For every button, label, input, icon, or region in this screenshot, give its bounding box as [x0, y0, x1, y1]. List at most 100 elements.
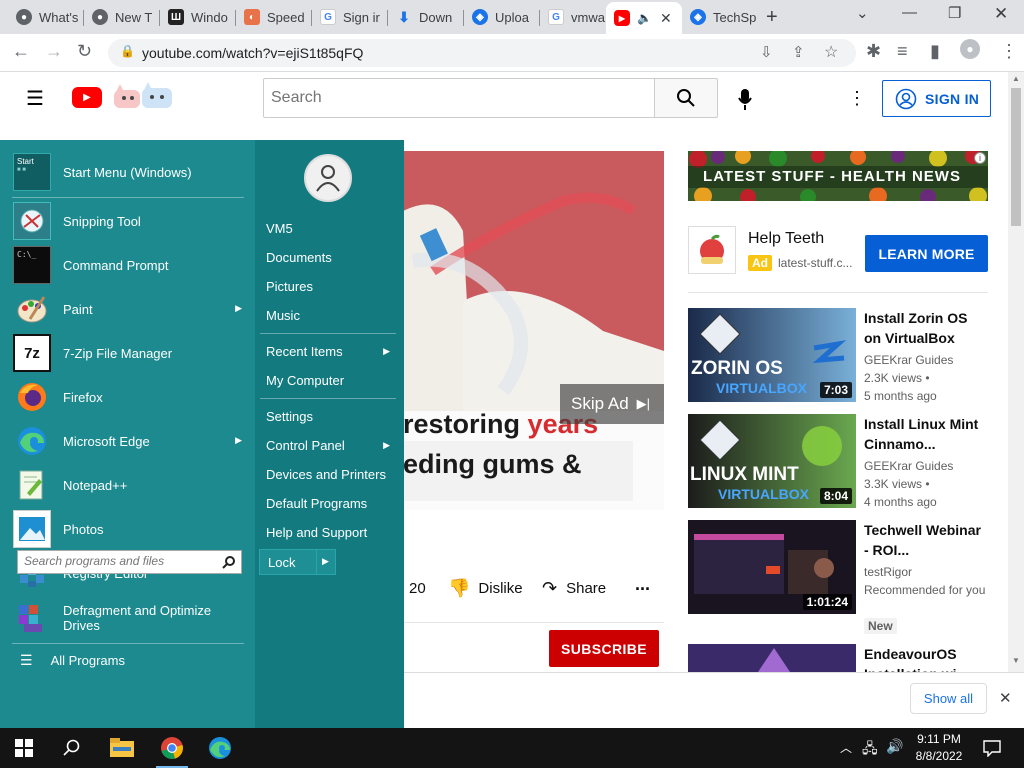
- menu-kebab-icon[interactable]: ⋮: [1000, 41, 1018, 62]
- microphone-icon[interactable]: [737, 88, 753, 112]
- close-window-icon[interactable]: ✕: [994, 4, 1008, 24]
- start-place-help-support[interactable]: Help and Support: [266, 525, 396, 540]
- browser-tab[interactable]: G vmwa: [540, 3, 606, 31]
- video-thumbnail[interactable]: ZORIN OS VIRTUALBOX 7:03: [688, 308, 856, 402]
- recommendation-title[interactable]: Install Zorin OS on VirtualBox: [864, 308, 982, 348]
- recommendation-item[interactable]: EndeavourOS Installation wi...: [688, 644, 988, 672]
- recommendation-item[interactable]: LINUX MINT VIRTUALBOX 8:04 Install Linux…: [688, 414, 988, 510]
- taskbar-edge[interactable]: [196, 728, 244, 768]
- recommendation-item[interactable]: 1:01:24 Techwell Webinar - ROI... testRi…: [688, 520, 988, 638]
- start-place-settings[interactable]: Settings: [266, 409, 396, 424]
- windows-start-button[interactable]: [0, 728, 48, 768]
- start-item-start-menu[interactable]: Start ■ ■ Start Menu (Windows): [10, 150, 250, 194]
- scroll-up-icon[interactable]: ▲: [1012, 74, 1020, 83]
- start-place-devices-printers[interactable]: Devices and Printers: [266, 467, 396, 482]
- browser-tab-active[interactable]: ▶ 🔈 ✕: [606, 2, 682, 34]
- channel-name[interactable]: GEEKrar Guides: [864, 457, 986, 475]
- recommendation-item[interactable]: ZORIN OS VIRTUALBOX 7:03 Install Zorin O…: [688, 308, 988, 404]
- start-place-default-programs[interactable]: Default Programs: [266, 496, 396, 511]
- start-place-recent-items[interactable]: Recent Items ▶: [266, 344, 396, 359]
- start-place-pictures[interactable]: Pictures: [266, 279, 396, 294]
- start-item-snipping-tool[interactable]: Snipping Tool: [10, 199, 250, 243]
- browser-tab[interactable]: ◐ Speed: [236, 3, 312, 31]
- ad-info-icon[interactable]: i: [974, 152, 986, 164]
- dislike-button[interactable]: 👎 Dislike: [448, 578, 523, 599]
- user-avatar[interactable]: [304, 154, 352, 202]
- scroll-down-icon[interactable]: ▼: [1012, 656, 1020, 665]
- browser-tab[interactable]: ◈ TechSp: [682, 3, 758, 31]
- recommendation-title[interactable]: EndeavourOS Installation wi...: [864, 644, 982, 672]
- new-tab-icon[interactable]: +: [766, 6, 778, 29]
- ad-banner[interactable]: LATEST STUFF - HEALTH NEWS i: [688, 151, 988, 201]
- start-item-edge[interactable]: Microsoft Edge ▶: [10, 419, 250, 463]
- settings-kebab-icon[interactable]: ⋮: [848, 88, 866, 109]
- like-count[interactable]: 20: [409, 580, 426, 597]
- start-item-paint[interactable]: Paint ▶: [10, 287, 250, 331]
- back-icon[interactable]: ←: [12, 41, 30, 62]
- search-button[interactable]: [654, 78, 718, 118]
- show-all-button[interactable]: Show all: [910, 683, 987, 714]
- media-control-icon[interactable]: ≡: [897, 41, 908, 62]
- install-icon[interactable]: ⇩: [760, 43, 773, 61]
- start-item-defragment[interactable]: Defragment and Optimize Drives: [10, 595, 250, 641]
- browser-tab[interactable]: Ш Windo: [160, 3, 236, 31]
- channel-name[interactable]: testRigor: [864, 563, 986, 581]
- all-programs-button[interactable]: ☰ All Programs: [20, 647, 260, 673]
- doodle-logo-icon[interactable]: [112, 82, 174, 112]
- channel-name[interactable]: GEEKrar Guides: [864, 351, 986, 369]
- close-tab-icon[interactable]: ✕: [660, 10, 672, 27]
- more-actions-icon[interactable]: ...: [635, 574, 650, 595]
- sign-in-button[interactable]: SIGN IN: [882, 80, 991, 117]
- hamburger-menu-icon[interactable]: ☰: [26, 86, 44, 111]
- video-thumbnail[interactable]: [688, 644, 856, 672]
- video-thumbnail[interactable]: 1:01:24: [688, 520, 856, 614]
- lock-options-arrow-icon[interactable]: ▶: [322, 556, 329, 567]
- browser-tab[interactable]: ⬇ Down: [388, 3, 464, 31]
- browser-tab[interactable]: ◈ Uploa: [464, 3, 540, 31]
- start-item-notepadpp[interactable]: Notepad++: [10, 463, 250, 507]
- url-text[interactable]: youtube.com/watch?v=ejiS1t85qFQ: [142, 45, 363, 61]
- forward-icon[interactable]: →: [45, 41, 63, 62]
- start-item-7zip[interactable]: 7z 7-Zip File Manager: [10, 331, 250, 375]
- share-icon[interactable]: ⇪: [792, 43, 805, 61]
- skip-ad-button[interactable]: Skip Ad ▶|: [560, 384, 664, 424]
- extensions-icon[interactable]: ✱: [866, 41, 881, 62]
- learn-more-button[interactable]: LEARN MORE: [865, 235, 988, 272]
- youtube-logo-icon[interactable]: ▶: [72, 87, 102, 108]
- search-input[interactable]: [264, 79, 654, 117]
- restore-icon[interactable]: ❐: [948, 4, 961, 22]
- search-icon[interactable]: [222, 556, 235, 569]
- lock-button[interactable]: Lock ▶: [259, 549, 336, 575]
- start-place-music[interactable]: Music: [266, 308, 396, 323]
- taskbar-clock[interactable]: 9:11 PM 8/8/2022: [910, 731, 968, 765]
- scrollbar-thumb[interactable]: [1011, 88, 1021, 226]
- page-scrollbar[interactable]: ▲ ▼: [1008, 72, 1024, 672]
- tray-overflow-icon[interactable]: ︿: [840, 739, 852, 756]
- browser-tab[interactable]: ● New T: [84, 3, 160, 31]
- start-search-input[interactable]: [24, 554, 219, 568]
- start-item-firefox[interactable]: Firefox: [10, 375, 250, 419]
- start-place-user[interactable]: VM5: [266, 221, 396, 236]
- notifications-icon[interactable]: [983, 739, 1001, 757]
- start-place-my-computer[interactable]: My Computer: [266, 373, 396, 388]
- bookmark-star-icon[interactable]: ☆: [824, 42, 838, 62]
- video-thumbnail[interactable]: LINUX MINT VIRTUALBOX 8:04: [688, 414, 856, 508]
- tab-search-icon[interactable]: ⌄: [856, 4, 869, 22]
- volume-icon[interactable]: 🔊: [886, 738, 903, 755]
- recommendation-title[interactable]: Techwell Webinar - ROI...: [864, 520, 982, 560]
- profile-icon[interactable]: ●: [960, 39, 980, 59]
- speaker-icon[interactable]: 🔈: [637, 11, 652, 25]
- start-item-command-prompt[interactable]: C:\_ Command Prompt: [10, 243, 250, 287]
- reload-icon[interactable]: ↻: [77, 41, 92, 62]
- start-place-control-panel[interactable]: Control Panel ▶: [266, 438, 396, 453]
- start-place-documents[interactable]: Documents: [266, 250, 396, 265]
- close-bar-icon[interactable]: ✕: [999, 689, 1012, 707]
- side-panel-icon[interactable]: ▮: [930, 41, 940, 62]
- browser-tab[interactable]: ● What's: [8, 3, 84, 31]
- subscribe-button[interactable]: SUBSCRIBE: [549, 630, 659, 667]
- browser-tab[interactable]: G Sign ir: [312, 3, 388, 31]
- taskbar-search-button[interactable]: [48, 728, 96, 768]
- video-player[interactable]: restoring years eding gums &: [403, 151, 664, 510]
- network-icon[interactable]: 🖧: [862, 738, 878, 762]
- minimize-icon[interactable]: —: [902, 4, 917, 21]
